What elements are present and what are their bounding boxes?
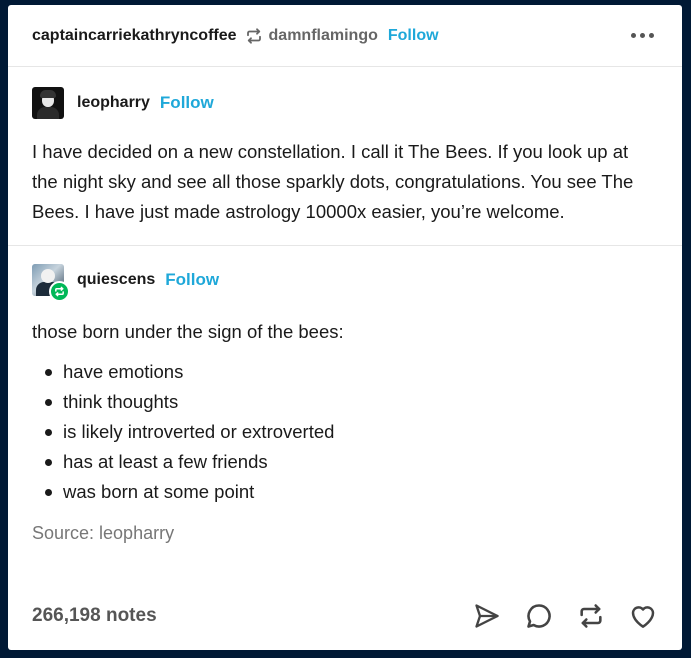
post-header: captaincarriekathryncoffee damnflamingo … xyxy=(8,5,682,67)
bullet-list: have emotions think thoughts is likely i… xyxy=(32,357,658,507)
reblog-icon[interactable] xyxy=(576,601,606,631)
follow-button[interactable]: Follow xyxy=(165,270,219,290)
post-card: captaincarriekathryncoffee damnflamingo … xyxy=(8,5,682,650)
reblogged-from-name[interactable]: damnflamingo xyxy=(269,27,378,45)
reblogger-blog-name[interactable]: captaincarriekathryncoffee xyxy=(32,27,237,45)
author-name[interactable]: leopharry xyxy=(77,94,150,112)
reblog-badge-icon xyxy=(49,281,70,302)
post-body: those born under the sign of the bees: xyxy=(32,321,344,342)
avatar[interactable] xyxy=(32,87,64,119)
like-icon[interactable] xyxy=(628,601,658,631)
avatar[interactable] xyxy=(32,264,70,302)
post-author-row: quiescens Follow xyxy=(32,264,658,302)
share-icon[interactable] xyxy=(472,601,502,631)
notes-count[interactable]: 266,198 notes xyxy=(32,605,157,627)
list-item: have emotions xyxy=(32,357,658,387)
list-item: has at least a few friends xyxy=(32,447,658,477)
more-options-icon[interactable] xyxy=(627,29,658,42)
list-item: is likely introverted or extroverted xyxy=(32,417,658,447)
reblog-icon xyxy=(245,27,263,45)
reblog-post: quiescens Follow those born under the si… xyxy=(8,264,682,544)
post-actions xyxy=(472,601,658,631)
original-post: leopharry Follow I have decided on a new… xyxy=(8,87,682,246)
post-footer: 266,198 notes xyxy=(32,596,658,636)
author-name[interactable]: quiescens xyxy=(77,271,155,289)
follow-button[interactable]: Follow xyxy=(388,27,439,45)
list-item: was born at some point xyxy=(32,477,658,507)
post-author-row: leopharry Follow xyxy=(32,87,658,119)
list-item: think thoughts xyxy=(32,387,658,417)
post-body: I have decided on a new constellation. I… xyxy=(32,141,634,222)
follow-button[interactable]: Follow xyxy=(160,93,214,113)
reply-icon[interactable] xyxy=(524,601,554,631)
source-link[interactable]: Source: leopharry xyxy=(32,523,658,544)
